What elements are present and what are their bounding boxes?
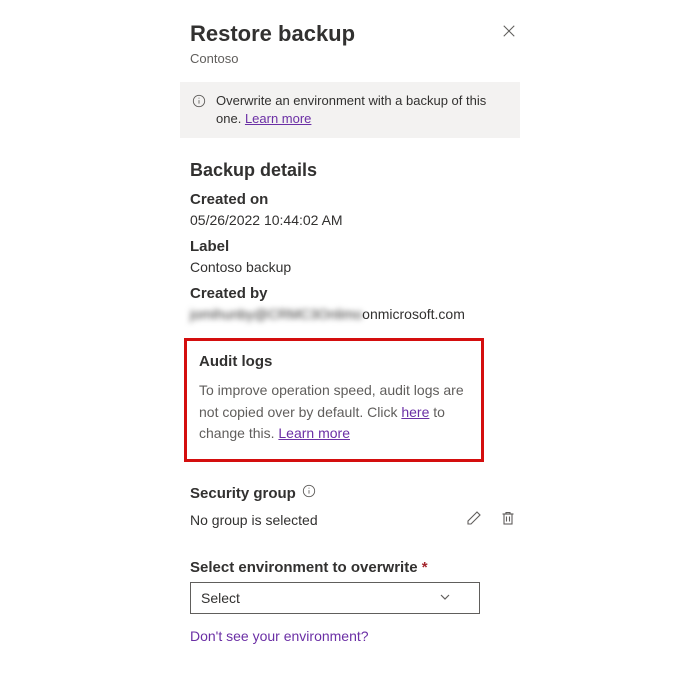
info-banner: Overwrite an environment with a backup o… [180, 82, 520, 138]
audit-learn-more-link[interactable]: Learn more [278, 425, 350, 441]
delete-security-group-button[interactable] [496, 506, 520, 533]
label-label: Label [190, 238, 520, 255]
security-group-value: No group is selected [190, 512, 318, 528]
label-value: Contoso backup [190, 259, 520, 275]
panel-header: Restore backup Contoso [190, 20, 520, 66]
info-icon[interactable] [302, 484, 316, 502]
environment-label: Select environment to overwrite * [190, 559, 520, 576]
created-by-value: jomihunby@CRMC3Onlimoonmicrosoft.com [190, 306, 520, 322]
info-icon [192, 94, 206, 111]
created-on-label: Created on [190, 191, 520, 208]
panel-subtitle: Contoso [190, 51, 355, 66]
close-icon [502, 26, 516, 41]
edit-security-group-button[interactable] [462, 506, 486, 533]
environment-select[interactable]: Select [190, 582, 480, 614]
audit-text: To improve operation speed, audit logs a… [199, 380, 469, 445]
audit-logs-callout: Audit logs To improve operation speed, a… [184, 338, 484, 462]
banner-learn-more-link[interactable]: Learn more [245, 111, 311, 126]
panel-title: Restore backup [190, 20, 355, 49]
created-by-suffix: onmicrosoft.com [362, 306, 465, 322]
environment-not-listed-link[interactable]: Don't see your environment? [190, 628, 369, 644]
created-by-redacted: jomihunby@CRMC3Onlimo [190, 306, 362, 322]
pencil-icon [466, 514, 482, 529]
audit-here-link[interactable]: here [401, 404, 429, 420]
audit-heading: Audit logs [199, 353, 469, 370]
required-asterisk: * [422, 559, 428, 576]
security-group-label: Security group [190, 484, 520, 502]
trash-icon [500, 514, 516, 529]
restore-backup-panel: Restore backup Contoso Overwrite an envi… [0, 0, 693, 684]
close-button[interactable] [498, 20, 520, 45]
chevron-down-icon [439, 590, 451, 606]
backup-details-heading: Backup details [190, 160, 520, 181]
created-on-value: 05/26/2022 10:44:02 AM [190, 212, 520, 228]
created-by-label: Created by [190, 285, 520, 302]
environment-select-placeholder: Select [201, 590, 240, 606]
